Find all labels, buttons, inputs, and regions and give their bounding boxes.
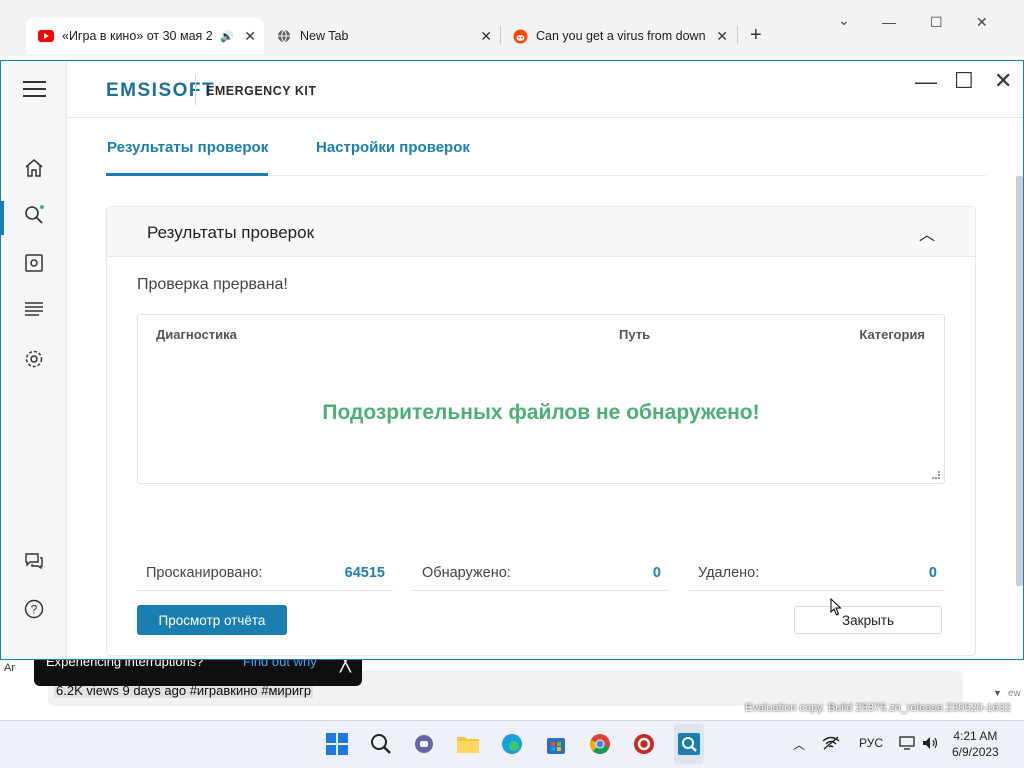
results-table: Диагностика Путь Категория Подозрительны…	[137, 314, 945, 484]
search-icon[interactable]	[369, 732, 393, 756]
globe-icon	[276, 28, 292, 44]
display-icon[interactable]	[899, 736, 915, 753]
column-header-path[interactable]: Путь	[619, 327, 650, 342]
ccleaner-icon[interactable]	[632, 732, 656, 756]
clock-date: 6/9/2023	[952, 745, 999, 759]
active-indicator	[1, 201, 4, 235]
minimize-button[interactable]: —	[915, 69, 937, 95]
tab-strip: «Игра в кино» от 30 мая 20 🔊 ✕ New Tab ✕…	[0, 0, 1024, 56]
tab-youtube[interactable]: «Игра в кино» от 30 мая 20 🔊 ✕	[26, 18, 264, 54]
speaker-icon[interactable]: 🔊	[220, 30, 234, 43]
svg-text:?: ?	[31, 603, 38, 617]
view-report-button[interactable]: Просмотр отчёта	[137, 605, 287, 635]
clipped-text: ew	[1008, 688, 1021, 699]
windows-start-icon[interactable]	[325, 732, 349, 756]
card-header[interactable]: Результаты проверок ︿	[107, 207, 975, 257]
teams-chat-icon[interactable]	[412, 732, 436, 756]
stat-detected: Обнаружено: 0	[413, 565, 669, 591]
scroll-down-arrow[interactable]: ▼	[993, 688, 1002, 698]
close-tab-icon[interactable]: ✕	[716, 28, 728, 45]
scan-status: Проверка прервана!	[137, 276, 288, 293]
tab-reddit[interactable]: Can you get a virus from downlo ✕	[500, 18, 736, 54]
stat-removed: Удалено: 0	[689, 565, 945, 591]
close-tab-icon[interactable]: ✕	[244, 28, 256, 45]
clipped-text: Ar	[4, 662, 15, 674]
card-title: Результаты проверок	[147, 223, 315, 242]
stat-value: 64515	[344, 565, 385, 581]
empty-results-message: Подозрительных файлов не обнаружено!	[322, 401, 760, 424]
quarantine-icon[interactable]	[23, 252, 45, 274]
chevron-up-icon[interactable]: ︿	[793, 736, 805, 753]
tab-title: «Игра в кино» от 30 мая 20	[62, 29, 212, 43]
file-explorer-icon[interactable]	[456, 732, 480, 756]
scrollbar[interactable]	[1016, 176, 1023, 586]
logs-icon[interactable]	[23, 299, 45, 321]
new-tab-button[interactable]: +	[750, 24, 762, 47]
scan-icon[interactable]	[23, 204, 45, 226]
close-button[interactable]: ✕	[994, 68, 1012, 94]
volume-icon[interactable]	[922, 736, 940, 753]
column-header-diagnosis[interactable]: Диагностика	[156, 327, 237, 342]
sidebar: ?	[1, 61, 67, 659]
column-header-category[interactable]: Категория	[859, 327, 925, 342]
edge-browser-icon[interactable]	[500, 732, 524, 756]
tab-scan-settings[interactable]: Настройки проверок	[316, 139, 470, 156]
maximize-browser-button[interactable]: ☐	[930, 14, 943, 31]
maximize-button[interactable]: ☐	[954, 68, 974, 94]
tab-scan-results[interactable]: Результаты проверок	[107, 139, 268, 156]
system-clock[interactable]: 4:21 AM 6/9/2023	[952, 728, 999, 760]
network-icon[interactable]	[822, 736, 840, 753]
stat-label: Обнаружено:	[422, 565, 511, 581]
stat-label: Удалено:	[698, 565, 760, 581]
tab-new-tab[interactable]: New Tab ✕	[264, 18, 500, 54]
help-icon[interactable]: ?	[23, 598, 45, 620]
close-tab-icon[interactable]: ✕	[480, 28, 492, 45]
stat-scanned: Просканировано: 64515	[137, 565, 393, 591]
mouse-cursor-icon	[830, 597, 842, 621]
reddit-icon	[512, 28, 528, 44]
home-icon[interactable]	[23, 157, 45, 179]
tab-search-icon[interactable]: ⌄	[838, 12, 850, 29]
active-tab-underline	[106, 173, 268, 176]
chevron-up-icon[interactable]: ︿	[919, 221, 935, 245]
divider	[195, 75, 196, 105]
youtube-icon	[38, 28, 54, 44]
product-name: EMERGENCY KIT	[206, 84, 317, 98]
minimize-browser-button[interactable]: —	[882, 14, 896, 30]
menu-icon[interactable]	[23, 81, 46, 99]
settings-icon[interactable]	[23, 348, 45, 370]
stat-value: 0	[652, 565, 661, 581]
close-browser-button[interactable]: ✕	[976, 14, 988, 31]
resize-handle[interactable]	[932, 471, 940, 479]
feedback-icon[interactable]	[23, 550, 45, 572]
brand-logo: EMSISOFT	[106, 80, 216, 101]
language-indicator[interactable]: РУС	[859, 736, 883, 750]
close-scan-button[interactable]: Закрыть	[794, 606, 942, 634]
tab-title: New Tab	[300, 29, 349, 43]
store-icon[interactable]	[544, 732, 568, 756]
stat-value: 0	[928, 565, 937, 581]
evaluation-watermark: Evaluation copy. Build 25375.zn_release.…	[745, 702, 1011, 714]
emsisoft-window: ? EMSISOFT EMERGENCY KIT — ☐ ✕ Результат…	[0, 60, 1024, 660]
stat-label: Просканировано:	[146, 565, 263, 581]
clock-time: 4:21 AM	[953, 729, 998, 743]
tab-title: Can you get a virus from downlo	[536, 29, 706, 43]
chrome-icon[interactable]	[588, 732, 612, 756]
emsisoft-taskbar-icon[interactable]	[677, 732, 701, 756]
